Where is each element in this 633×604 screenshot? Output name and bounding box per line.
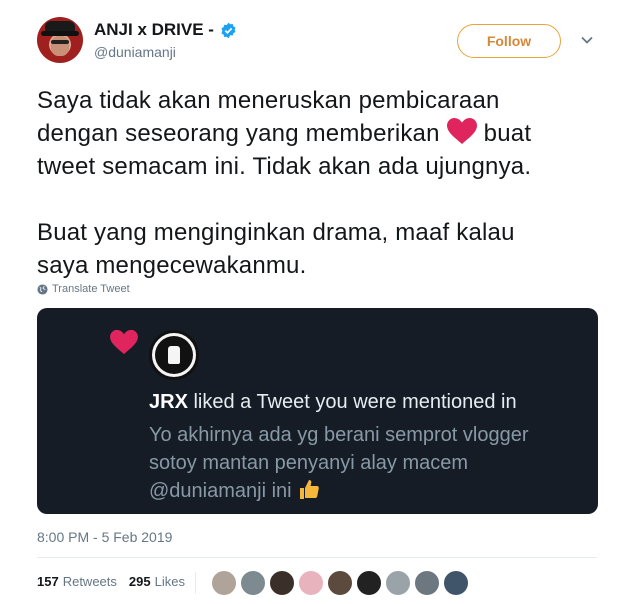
avatar-face — [51, 36, 69, 56]
notification-body: Yo akhirnya ada yg berani semprot vlogge… — [149, 421, 589, 505]
notification-action: liked a Tweet you were mentioned in — [187, 391, 517, 413]
translate-label[interactable]: Translate Tweet — [52, 283, 130, 295]
likes-stat[interactable]: 295 Likes — [129, 574, 185, 589]
embedded-screenshot-card: JRX liked a Tweet you were mentioned in … — [37, 308, 598, 514]
liker-avatar[interactable] — [240, 570, 266, 596]
divider — [37, 557, 597, 558]
notification-line: Yo akhirnya ada yg berani semprot vlogge… — [149, 424, 529, 446]
chevron-down-icon[interactable] — [580, 33, 594, 47]
likes-label: Likes — [154, 574, 185, 589]
tweet-timestamp[interactable]: 8:00 PM - 5 Feb 2019 — [37, 529, 172, 545]
heart-emoji-icon — [446, 118, 477, 144]
retweets-stat[interactable]: 157 Retweets — [37, 574, 117, 589]
like-heart-icon — [110, 329, 138, 355]
retweets-label: Retweets — [62, 574, 117, 589]
follow-button[interactable]: Follow — [457, 24, 561, 58]
liker-avatar[interactable] — [211, 570, 237, 596]
author-handle[interactable]: @duniamanji — [94, 44, 176, 60]
jrx-avatar — [149, 330, 199, 380]
liker-avatar[interactable] — [327, 570, 353, 596]
likes-count: 295 — [128, 574, 151, 589]
fist-icon — [168, 346, 180, 364]
tweet-line: Saya tidak akan meneruskan pembicaraan — [37, 87, 500, 114]
notification-title: JRX liked a Tweet you were mentioned in — [149, 391, 517, 414]
translate-tweet-link[interactable]: Translate Tweet — [37, 283, 130, 295]
notification-user: JRX — [149, 391, 188, 413]
liker-avatar[interactable] — [269, 570, 295, 596]
liker-avatar[interactable] — [298, 570, 324, 596]
likers-avatar-row — [211, 570, 469, 596]
avatar-glasses — [51, 40, 69, 44]
notification-line-text: @duniamanji ini — [149, 480, 292, 502]
tweet-line: saya mengecewakanmu. — [37, 252, 307, 279]
tweet-line-part: dengan seseorang yang memberikan — [37, 120, 440, 147]
notification-line: @duniamanji ini — [149, 477, 589, 505]
liker-avatar[interactable] — [385, 570, 411, 596]
stats-divider — [195, 572, 196, 594]
author-name-row[interactable]: ANJI x DRIVE - — [94, 20, 237, 40]
liker-avatar[interactable] — [414, 570, 440, 596]
author-avatar[interactable] — [37, 17, 83, 63]
verified-badge-icon — [221, 22, 236, 38]
tweet-line: tweet semacam ini. Tidak akan ada ujungn… — [37, 153, 532, 180]
tweet-text: Saya tidak akan meneruskan pembicaraan d… — [37, 84, 617, 282]
tweet-line: dengan seseorang yang memberikan buat — [37, 117, 617, 150]
tweet-line: Buat yang menginginkan drama, maaf kalau — [37, 219, 515, 246]
notification-line: sotoy mantan penyanyi alay macem — [149, 452, 469, 474]
globe-icon — [37, 283, 48, 295]
liker-avatar[interactable] — [356, 570, 382, 596]
thumbs-up-emoji-icon — [300, 480, 320, 499]
tweet-stats: 157 Retweets 295 Likes — [37, 574, 197, 589]
liker-avatar[interactable] — [443, 570, 469, 596]
tweet-line-part: buat — [483, 120, 532, 147]
retweets-count: 157 — [37, 574, 59, 589]
author-name[interactable]: ANJI x DRIVE - — [94, 20, 214, 40]
